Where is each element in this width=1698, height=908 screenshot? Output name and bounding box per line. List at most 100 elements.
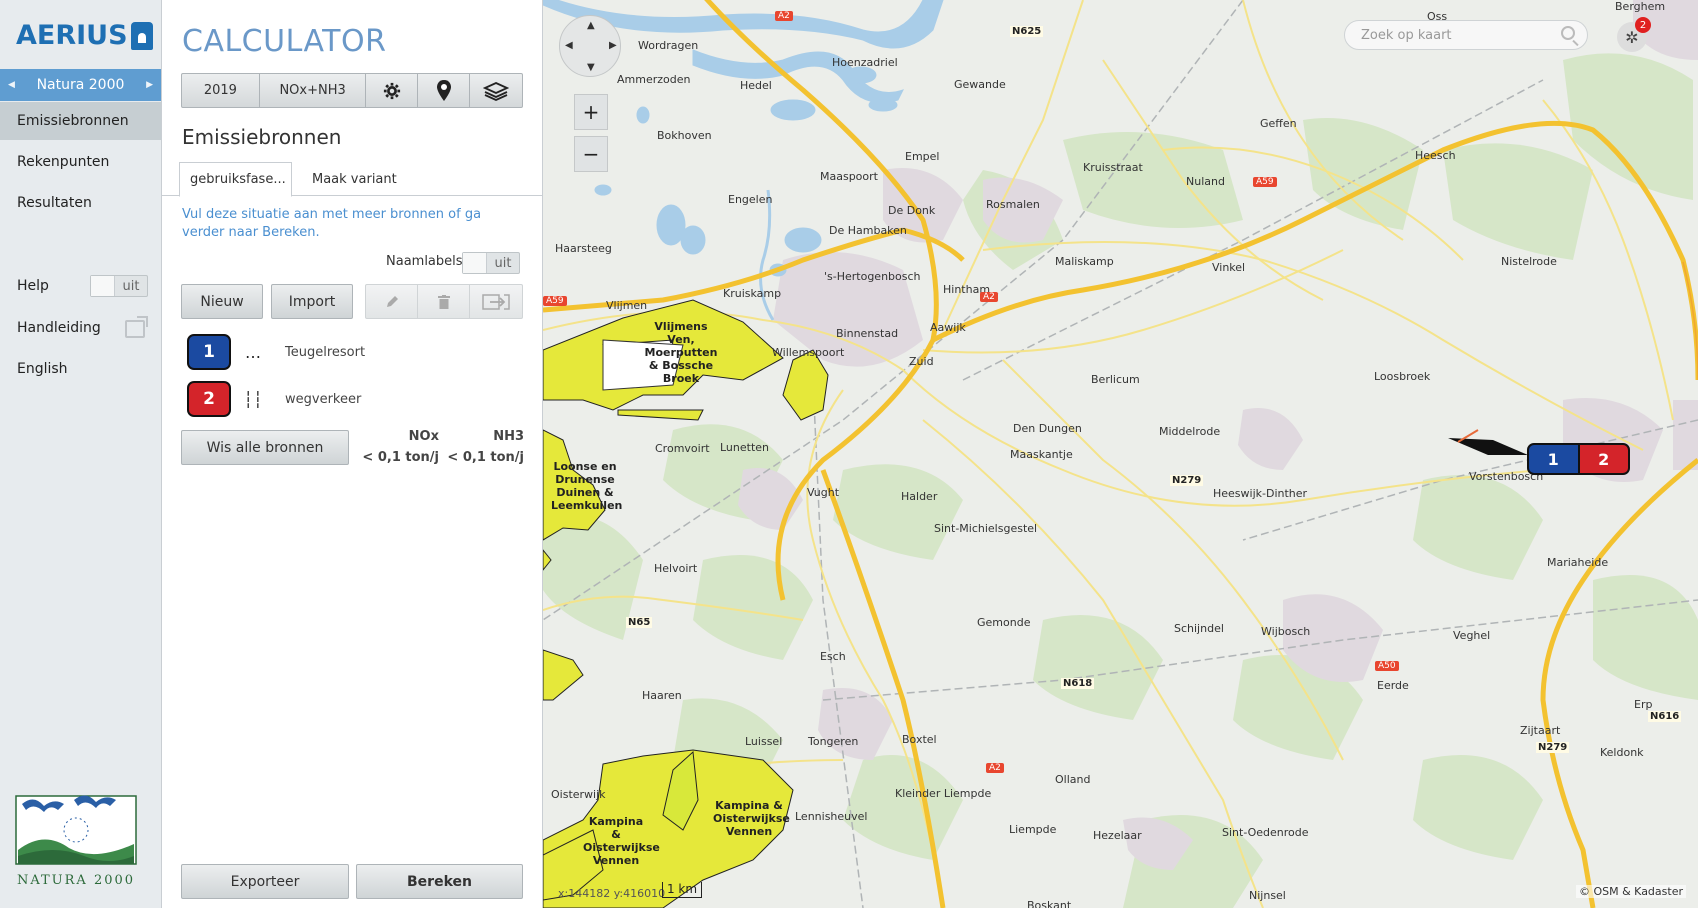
map-attribution: © OSM & Kadaster xyxy=(1575,885,1686,898)
tab-label: Maak variant xyxy=(312,171,397,187)
pan-control[interactable]: ▲ ▼ ◀ ▶ xyxy=(559,15,621,77)
source-row[interactable]: 2 ┆┆ wegverkeer xyxy=(187,381,361,417)
copy-button[interactable] xyxy=(470,285,522,318)
place-label: Willemspoort xyxy=(772,346,845,359)
clear-all-sources-button[interactable]: Wis alle bronnen xyxy=(181,430,349,465)
road-shield: A59 xyxy=(1253,177,1277,187)
place-label: Hedel xyxy=(740,79,772,92)
chevron-right-icon[interactable]: ▶ xyxy=(146,80,153,90)
trash-icon xyxy=(437,294,450,309)
pan-up-icon[interactable]: ▲ xyxy=(587,20,595,31)
place-label: Engelen xyxy=(728,193,773,206)
place-label: Maliskamp xyxy=(1055,255,1114,268)
settings-button[interactable] xyxy=(366,74,419,107)
tab-gebruiksfase[interactable]: gebruiksfase... xyxy=(179,162,292,197)
source-label: Teugelresort xyxy=(285,344,366,360)
pan-down-icon[interactable]: ▼ xyxy=(587,62,595,73)
place-label: Vught xyxy=(807,486,840,499)
place-label: Berlicum xyxy=(1091,373,1140,386)
place-label: Vinkel xyxy=(1212,261,1246,274)
place-label: Veghel xyxy=(1453,629,1491,642)
coordinate-readout: x:144182 y:416010 xyxy=(558,887,666,900)
place-label: Geffen xyxy=(1260,117,1297,130)
tab-maak-variant[interactable]: Maak variant xyxy=(302,162,407,196)
nav-item-emissiebronnen[interactable]: Emissiebronnen xyxy=(0,102,161,140)
map-base xyxy=(543,0,1698,908)
gear-icon xyxy=(383,82,400,99)
road-shield: N625 xyxy=(1010,26,1044,37)
pan-left-icon[interactable]: ◀ xyxy=(565,40,573,51)
road-shield: A50 xyxy=(1375,661,1399,671)
aerius-logo-icon xyxy=(130,21,153,50)
zoom-in-button[interactable]: + xyxy=(574,94,608,130)
name-labels-toggle[interactable]: uit xyxy=(462,252,520,274)
tab-label: gebruiksfase... xyxy=(190,172,286,187)
location-button[interactable] xyxy=(418,74,471,107)
map[interactable]: Wordragen Ammerzoden Hedel Hoenzadriel G… xyxy=(543,0,1698,908)
place-label: Haarsteeg xyxy=(555,242,612,255)
place-label: Halder xyxy=(901,490,938,503)
place-label: Zuid xyxy=(909,355,934,368)
left-nav: AERIUS ◀ Natura 2000 ▶ Emissiebronnen Re… xyxy=(0,0,162,908)
nav-item-resultaten[interactable]: Resultaten xyxy=(0,184,161,222)
external-link-icon[interactable] xyxy=(125,316,148,338)
road-shield: A59 xyxy=(543,296,567,306)
road-shield: N618 xyxy=(1061,678,1095,689)
road-shield: N616 xyxy=(1648,711,1682,722)
side-panel: CALCULATOR 2019 NOx+NH3 Emissiebronnen g… xyxy=(162,0,543,908)
place-label: Wordragen xyxy=(638,39,699,52)
natura2000-selector[interactable]: ◀ Natura 2000 ▶ xyxy=(0,69,161,101)
search-icon[interactable] xyxy=(1561,26,1575,40)
import-button[interactable]: Import xyxy=(271,284,353,319)
calculate-button[interactable]: Bereken xyxy=(356,864,523,899)
source-marker[interactable]: 1 xyxy=(1529,445,1578,473)
toggle-state: uit xyxy=(494,255,512,271)
nav-item-rekenpunten[interactable]: Rekenpunten xyxy=(0,143,161,181)
layers-button[interactable] xyxy=(470,74,522,107)
road-shield: A2 xyxy=(775,11,793,21)
delete-button[interactable] xyxy=(418,285,470,318)
place-label: Esch xyxy=(820,650,846,663)
help-toggle[interactable]: uit xyxy=(90,275,148,297)
natura-area-label: Kampina & Oisterwijkse Vennen xyxy=(583,815,660,867)
place-label: Tongeren xyxy=(808,735,859,748)
pan-right-icon[interactable]: ▶ xyxy=(609,40,617,51)
edit-button[interactable] xyxy=(366,285,418,318)
source-marker[interactable]: 2 xyxy=(1579,445,1628,473)
nh3-total: < 0,1 ton/j xyxy=(447,450,524,465)
place-label: Sint-Michielsgestel xyxy=(934,522,1038,535)
export-button[interactable]: Exporteer xyxy=(181,864,349,899)
place-label: Hoenzadriel xyxy=(832,56,898,69)
place-label: Heeswijk-Dinther xyxy=(1213,487,1308,500)
map-search-field[interactable]: Zoek op kaart xyxy=(1344,20,1588,50)
notifications-button[interactable]: ✲ 2 xyxy=(1617,17,1651,52)
source-row[interactable]: 1 … Teugelresort xyxy=(187,334,365,370)
zoom-out-button[interactable]: − xyxy=(574,136,608,172)
name-labels-label: Naamlabels xyxy=(386,254,463,269)
place-label: Bokhoven xyxy=(657,129,712,142)
place-label: Loosbroek xyxy=(1374,370,1431,383)
place-label: Lennisheuvel xyxy=(795,810,868,823)
chevron-left-icon[interactable]: ◀ xyxy=(8,80,15,90)
place-label: Empel xyxy=(905,150,940,163)
info-text: Vul deze situatie aan met meer bronnen o… xyxy=(182,207,482,240)
toggle-state: uit xyxy=(122,278,140,294)
language-link[interactable]: English xyxy=(0,350,161,388)
place-label: Sint-Oedenrode xyxy=(1222,826,1309,839)
scale-bar: 1 km xyxy=(662,882,702,898)
place-label: Lunetten xyxy=(720,441,770,454)
point-source-icon: … xyxy=(245,342,261,362)
nh3-header: NH3 xyxy=(493,429,524,444)
new-button[interactable]: Nieuw xyxy=(181,284,263,319)
place-label: Gemonde xyxy=(977,616,1031,629)
natura2000-logo-text: NATURA 2000 xyxy=(17,873,135,888)
place-label: Zijtaart xyxy=(1520,724,1561,737)
source-marker-cluster[interactable]: 1 2 xyxy=(1527,443,1630,475)
pin-icon xyxy=(436,79,451,101)
substance-button[interactable]: NOx+NH3 xyxy=(260,74,367,107)
place-label: Mariaheide xyxy=(1547,556,1609,569)
place-label: Helvoirt xyxy=(654,562,698,575)
year-button[interactable]: 2019 xyxy=(182,74,260,107)
place-label: 's-Hertogenbosch xyxy=(824,270,921,283)
aerius-logo: AERIUS xyxy=(16,20,153,51)
